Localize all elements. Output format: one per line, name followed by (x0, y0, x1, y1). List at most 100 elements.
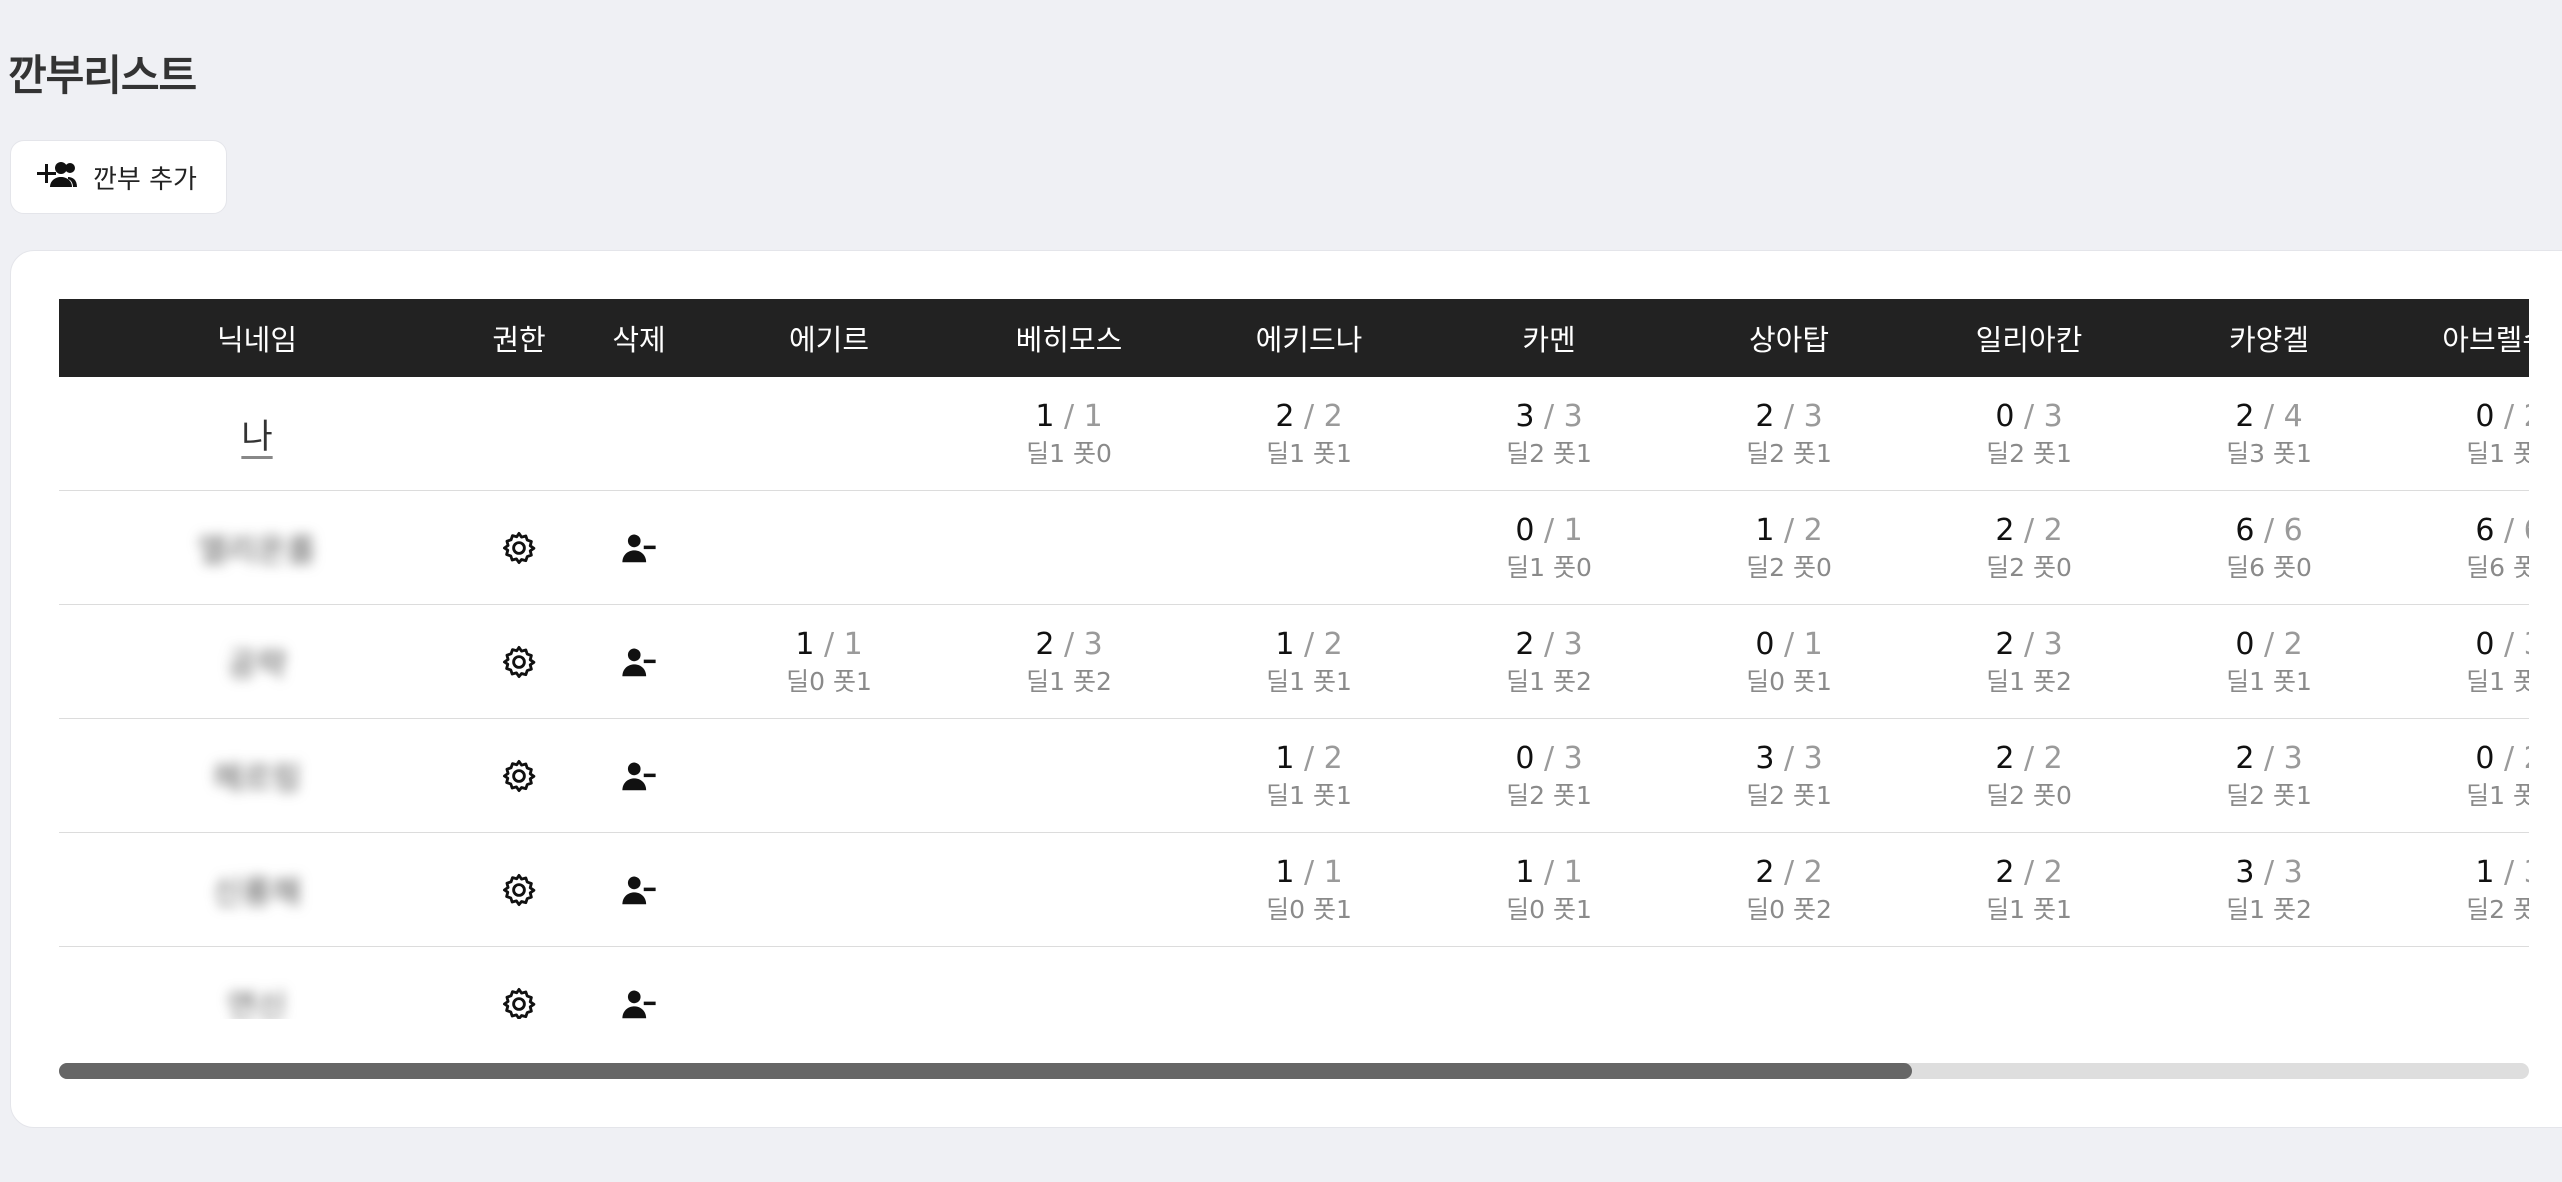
gear-icon[interactable] (479, 491, 559, 604)
role-breakdown: 딜0 폿1 (1266, 894, 1352, 924)
role-breakdown: 딜2 폿1 (1506, 780, 1592, 810)
score-separator: / (1534, 740, 1564, 776)
raid-score: 2 / 2 (1995, 853, 2062, 893)
nickname-cell: 나 (107, 377, 407, 490)
remove-user-icon[interactable] (599, 833, 679, 946)
raid-score: 2 / 3 (1995, 625, 2062, 665)
cleared-count: 3 (2235, 854, 2255, 890)
raid-progress-cell: 1 / 1 딜0 폿1 (719, 605, 939, 718)
raid-progress-cell: 0 / 2딜1 폿1 (2159, 605, 2379, 718)
total-count: 1 (1563, 854, 1583, 890)
cleared-count: 0 (2475, 626, 2495, 662)
table-row: 헤르링 1 / 2 딜1 폿1 0 / 3 딜2 폿1 3 / 3 딜2 폿1 2 / 2 딜2… (59, 719, 2529, 833)
total-count: 1 (1083, 398, 1103, 434)
total-count: 1 (1323, 854, 1343, 890)
raid-progress-cell: 2 / 3 딜1 폿2 (1439, 605, 1659, 718)
remove-user-icon[interactable] (599, 491, 679, 604)
role-breakdown: 딜1 폿2 (2226, 894, 2312, 924)
raid-score: 0 / 3 (1995, 397, 2062, 437)
remove-user-icon[interactable] (599, 605, 679, 718)
role-breakdown: 딜2 폿0 (1986, 780, 2072, 810)
total-count: 3 (2524, 855, 2529, 890)
friend-nickname[interactable]: 신룡해 (213, 867, 301, 913)
score-separator: / (1774, 398, 1804, 434)
raid-score: 2 / 2 (1275, 397, 1342, 437)
gear-icon[interactable] (479, 605, 559, 718)
raid-score: 2 / 3 (1755, 397, 1822, 437)
role-breakdown: 딜0 폿1 (786, 666, 872, 696)
nickname-cell: 신룡해 (107, 833, 407, 946)
raid-progress-cell: 2 / 3 딜1 폿2 (959, 605, 1179, 718)
nickname-cell: 공략 (107, 605, 407, 718)
cleared-count: 2 (1995, 626, 2015, 662)
score-separator: / (2014, 512, 2044, 548)
total-count: 2 (1803, 854, 1823, 890)
header-boss: 에기르 (788, 323, 870, 357)
role-breakdown: 딜2 폿1 (1986, 438, 2072, 468)
role-breakdown: 딜1 폿2 (1506, 666, 1592, 696)
role-breakdown: 딜1 폿1 (1266, 780, 1352, 810)
raid-progress-cell: 1 / 2 딜1 폿1 (1199, 719, 1419, 832)
score-separator: / (1534, 512, 1564, 548)
total-count: 2 (1803, 512, 1823, 548)
raid-score: 1 / 2 (1275, 625, 1342, 665)
horizontal-scrollbar[interactable] (59, 1063, 2529, 1079)
total-count: 3 (2043, 626, 2063, 662)
role-breakdown: 딜0 폿1 (1506, 894, 1592, 924)
gear-icon[interactable] (479, 833, 559, 946)
gear-icon[interactable] (479, 719, 559, 832)
score-separator: / (2014, 854, 2044, 890)
friend-nickname[interactable]: 공략 (228, 639, 287, 685)
cleared-count: 0 (1515, 740, 1535, 776)
score-separator: / (2254, 740, 2284, 776)
header-boss: 베히모스 (1015, 323, 1123, 357)
score-separator: / (1294, 740, 1324, 776)
friend-nickname[interactable]: 헤르링 (213, 753, 301, 799)
role-breakdown: 딜6 폿0 (2226, 552, 2312, 582)
cleared-count: 0 (2235, 626, 2255, 662)
raid-score: 1 / 1 (1515, 853, 1582, 893)
raid-score: 0 / 2 (2475, 739, 2529, 779)
raid-progress-cell: 1 / 2 딜2 폿0 (1679, 491, 1899, 604)
header-permission: 권한 (492, 323, 546, 357)
role-breakdown: 딜1 폿1 (2466, 780, 2529, 810)
role-breakdown: 딜1 폿1 (1266, 666, 1352, 696)
add-group-icon (35, 159, 77, 196)
raid-score: 1 / 2 (1755, 511, 1822, 551)
role-breakdown: 딜0 폿1 (1746, 666, 1832, 696)
raid-progress-cell: 2 / 3 딜2 폿1 (1679, 377, 1899, 490)
friend-nickname[interactable]: 연신 (228, 981, 287, 1020)
role-breakdown: 딜1 폿1 (1986, 894, 2072, 924)
score-separator: / (2494, 398, 2524, 434)
cleared-count: 2 (1035, 626, 1055, 662)
header-delete: 삭제 (612, 323, 666, 357)
friend-nickname[interactable]: 엘리온롤 (198, 525, 316, 571)
score-separator: / (1774, 626, 1804, 662)
remove-user-icon[interactable] (599, 719, 679, 832)
cleared-count: 0 (2475, 398, 2495, 434)
raid-progress-cell: 0 / 3딜1 폿1 (2399, 605, 2529, 718)
cleared-count: 0 (1995, 398, 2015, 434)
score-separator: / (1294, 626, 1324, 662)
total-count: 3 (1803, 398, 1823, 434)
cleared-count: 1 (1035, 398, 1055, 434)
total-count: 6 (2524, 513, 2529, 548)
raid-progress-cell: 0 / 3 딜2 폿1 (1919, 377, 2139, 490)
raid-progress-cell: 2 / 2 딜1 폿1 (1919, 833, 2139, 946)
add-friend-button[interactable]: 깐부 추가 (10, 140, 227, 214)
total-count: 1 (843, 626, 863, 662)
role-breakdown: 딜1 폿0 (1506, 552, 1592, 582)
raid-progress-cell: 0 / 2딜1 폿1 (2399, 719, 2529, 832)
raid-progress-cell: 1 / 1 딜0 폿1 (1199, 833, 1419, 946)
remove-user-icon[interactable] (599, 947, 679, 1019)
raid-score: 1 / 1 (795, 625, 862, 665)
raid-progress-cell: 2 / 2 딜1 폿1 (1199, 377, 1419, 490)
role-breakdown: 딜3 폿1 (2226, 438, 2312, 468)
scrollbar-thumb[interactable] (59, 1063, 1912, 1079)
nickname-cell: 연신 (107, 947, 407, 1020)
raid-progress-cell: 1 / 1 딜1 폿0 (959, 377, 1179, 490)
raid-score: 0 / 3 (2475, 625, 2529, 665)
gear-icon[interactable] (479, 947, 559, 1019)
cleared-count: 2 (1995, 740, 2015, 776)
role-breakdown: 딜6 폿0 (2466, 552, 2529, 582)
